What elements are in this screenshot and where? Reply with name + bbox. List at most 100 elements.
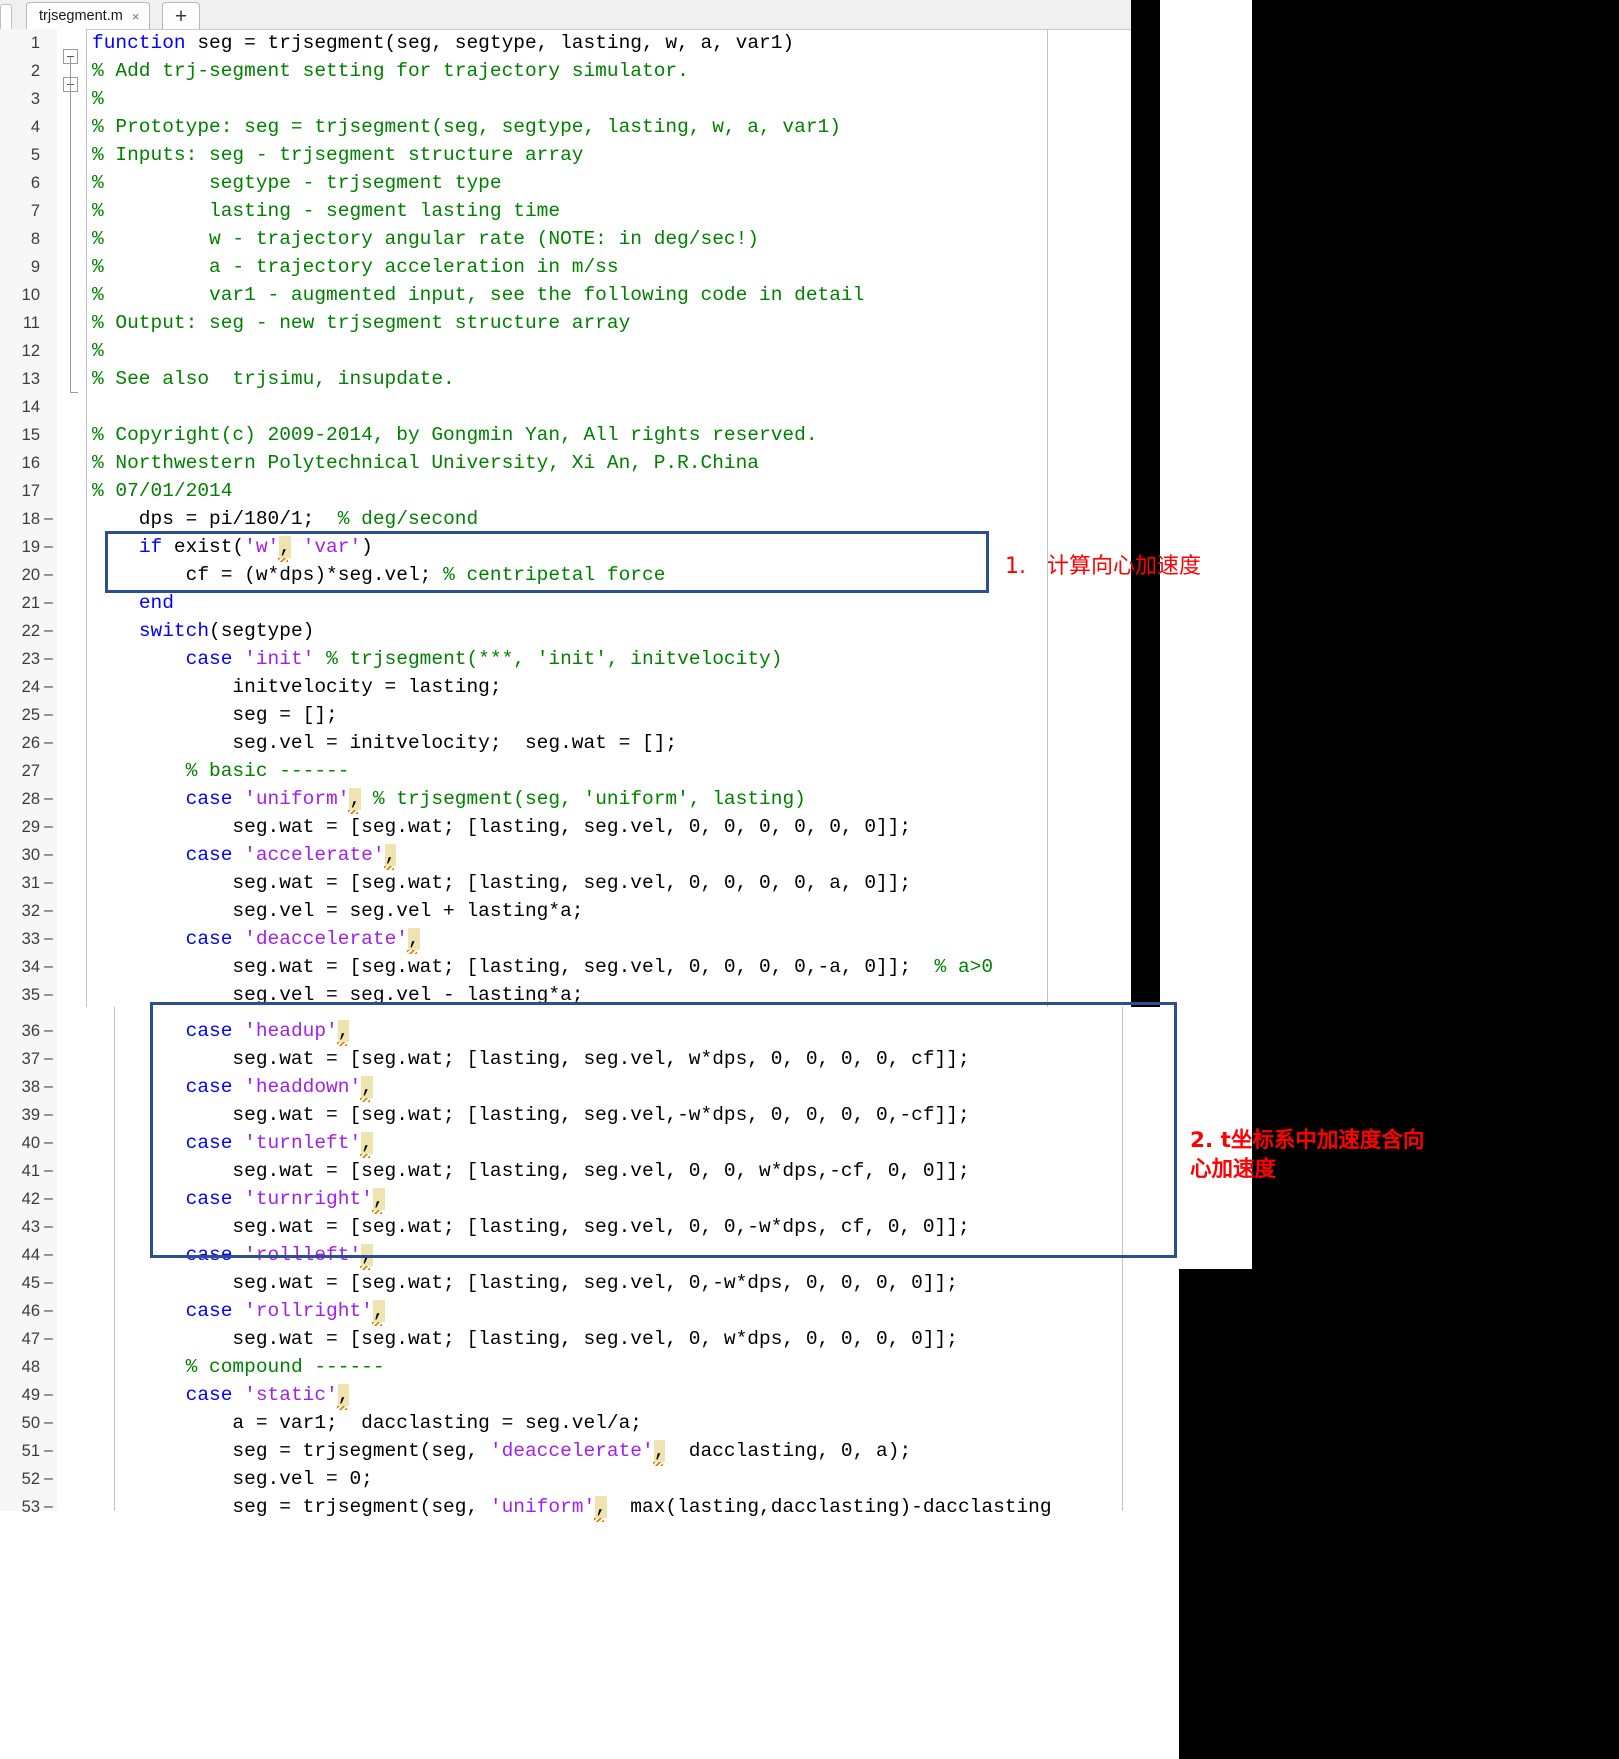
code-line[interactable]: 2 % Add trj-segment setting for trajector… [0, 57, 1131, 99]
line-number: 10 [21, 285, 40, 304]
code-text: seg.wat = [seg.wat; [lasting, seg.vel, 0… [92, 956, 994, 978]
code-text: seg.wat = [seg.wat; [lasting, seg.vel, 0… [92, 1272, 958, 1294]
code-line[interactable]: 12% [0, 337, 1131, 379]
code-line[interactable]: 15 % Copyright(c) 2009-2014, by Gongmin Y… [0, 421, 1131, 449]
line-number: 31 [21, 873, 40, 892]
executable-marker: – [44, 1078, 53, 1095]
executable-marker: – [44, 818, 53, 835]
code-text: seg.vel = initvelocity; seg.wat = []; [92, 732, 678, 754]
code-line[interactable]: 26– seg.vel = initvelocity; seg.wat = []… [0, 729, 1131, 757]
annotation-note-2: 2. t坐标系中加速度含向心加速度 [1190, 1128, 1425, 1182]
line-number: 1 [30, 33, 40, 52]
annotation-note-1-number: 1. [1005, 554, 1026, 579]
code-line[interactable]: 25– seg = []; [0, 701, 1131, 729]
new-tab-button[interactable]: + [162, 2, 200, 29]
executable-marker: – [44, 790, 53, 807]
code-line[interactable]: 47– seg.wat = [seg.wat; [lasting, seg.ve… [0, 1325, 1179, 1353]
line-number: 8 [30, 229, 40, 248]
code-line[interactable]: 5 % Inputs: seg - trjsegment structure ar… [0, 141, 1131, 183]
code-line[interactable]: 33– case 'deaccelerate', [0, 925, 1131, 953]
code-area-upper[interactable]: 1 function seg = trjsegment(seg, segtype,… [0, 29, 1131, 1007]
code-text: case 'uniform', % trjsegment(seg, 'unifo… [185, 788, 806, 810]
code-line[interactable]: 29– seg.wat = [seg.wat; [lasting, seg.ve… [0, 813, 1131, 841]
executable-marker: – [44, 958, 53, 975]
executable-marker: – [44, 566, 53, 583]
line-number: 42 [21, 1189, 40, 1208]
code-text: if exist('w', 'var') [138, 536, 373, 558]
code-line[interactable]: 22– switch(segtype) [0, 617, 1131, 645]
code-text: % Copyright(c) 2009-2014, by Gongmin Yan… [92, 424, 818, 446]
code-line[interactable]: 44– case 'rollleft', [0, 1241, 1179, 1269]
code-line[interactable]: 45– seg.wat = [seg.wat; [lasting, seg.ve… [0, 1269, 1179, 1297]
code-line[interactable]: 31– seg.wat = [seg.wat; [lasting, seg.ve… [0, 869, 1131, 897]
line-number: 37 [21, 1049, 40, 1068]
line-number: 21 [21, 593, 40, 612]
code-line[interactable]: 37– seg.wat = [seg.wat; [lasting, seg.ve… [0, 1045, 1179, 1073]
code-line[interactable]: 20– cf = (w*dps)*seg.vel; % centripetal … [0, 561, 1131, 589]
code-line[interactable]: 52– seg.vel = 0; [0, 1465, 1179, 1493]
code-line[interactable]: 27 % basic ------ [0, 757, 1131, 785]
code-line[interactable]: 19– if exist('w', 'var') [0, 533, 1131, 561]
code-text: % [92, 340, 104, 362]
code-text: case 'rollleft', [185, 1244, 373, 1266]
code-line[interactable]: 39– seg.wat = [seg.wat; [lasting, seg.ve… [0, 1101, 1179, 1129]
line-number: 13 [21, 369, 40, 388]
code-line[interactable]: 6 % segtype - trjsegment type [0, 169, 1131, 211]
code-line[interactable]: 46– case 'rollright', [0, 1297, 1179, 1325]
executable-marker: – [44, 1386, 53, 1403]
line-number: 49 [21, 1385, 40, 1404]
tab-sliver[interactable] [0, 4, 12, 29]
close-icon[interactable]: × [132, 10, 140, 23]
code-line[interactable]: 43– seg.wat = [seg.wat; [lasting, seg.ve… [0, 1213, 1179, 1241]
line-number: 11 [22, 313, 40, 332]
code-line[interactable]: 4 % Prototype: seg = trjsegment(seg, segt… [0, 113, 1131, 155]
code-text: % Output: seg - new trjsegment structure… [92, 312, 631, 334]
code-line[interactable]: 13 % See also trjsimu, insupdate. [0, 365, 1131, 393]
code-line[interactable]: 53– seg = trjsegment(seg, 'uniform', max… [0, 1493, 1179, 1521]
code-line[interactable]: 23– case 'init' % trjsegment(***, 'init'… [0, 645, 1131, 673]
line-number: 23 [21, 649, 40, 668]
code-line[interactable]: 3% [0, 85, 1131, 127]
code-line[interactable]: 21– end [0, 589, 1131, 617]
line-number: 39 [21, 1105, 40, 1124]
code-line[interactable]: 28– case 'uniform', % trjsegment(seg, 'u… [0, 785, 1131, 813]
code-line[interactable]: 34– seg.wat = [seg.wat; [lasting, seg.ve… [0, 953, 1131, 981]
line-number: 5 [30, 145, 40, 164]
line-number: 19 [21, 537, 40, 556]
code-line[interactable]: 8 % w - trajectory angular rate (NOTE: in… [0, 225, 1131, 267]
code-line[interactable]: 17 % 07/01/2014 [0, 477, 1131, 505]
code-line[interactable]: 18– dps = pi/180/1; % deg/second [0, 505, 1131, 533]
executable-marker: – [44, 678, 53, 695]
code-line[interactable]: 35– seg.vel = seg.vel - lasting*a; [0, 981, 1131, 1007]
code-line[interactable]: 30– case 'accelerate', [0, 841, 1131, 869]
code-line[interactable]: 50– a = var1; dacclasting = seg.vel/a; [0, 1409, 1179, 1437]
line-number: 32 [21, 901, 40, 920]
code-line[interactable]: 51– seg = trjsegment(seg, 'deaccelerate'… [0, 1437, 1179, 1465]
executable-marker: – [44, 1470, 53, 1487]
code-line[interactable]: 42– case 'turnright', [0, 1185, 1179, 1213]
code-line[interactable]: 7 % lasting - segment lasting time [0, 197, 1131, 239]
line-number: 50 [21, 1413, 40, 1432]
executable-marker: – [44, 650, 53, 667]
code-text: case 'accelerate', [185, 844, 397, 866]
code-line[interactable]: 14 [0, 393, 1131, 421]
code-area-lower[interactable]: 36– case 'headup', 37– seg.wat = [seg.wat… [0, 1007, 1179, 1518]
code-text: seg = trjsegment(seg, 'deaccelerate', da… [92, 1440, 912, 1462]
executable-marker: – [44, 986, 53, 1003]
code-line[interactable]: 48 % compound ------ [0, 1353, 1179, 1381]
line-number: 35 [21, 985, 40, 1004]
code-line[interactable]: 11 % Output: seg - new trjsegment structu… [0, 309, 1131, 351]
code-line[interactable]: 36– case 'headup', [0, 1017, 1179, 1045]
code-line[interactable]: 49– case 'static', [0, 1381, 1179, 1409]
code-line[interactable]: 40– case 'turnleft', [0, 1129, 1179, 1157]
code-line[interactable]: 32– seg.vel = seg.vel + lasting*a; [0, 897, 1131, 925]
code-line[interactable]: 38– case 'headdown', [0, 1073, 1179, 1101]
line-number: 40 [21, 1133, 40, 1152]
code-line[interactable]: 16 % Northwestern Polytechnical Universit… [0, 449, 1131, 477]
code-line[interactable]: 10 % var1 - augmented input, see the foll… [0, 281, 1131, 323]
code-line[interactable]: 41– seg.wat = [seg.wat; [lasting, seg.ve… [0, 1157, 1179, 1185]
code-line[interactable]: 9 % a - trajectory acceleration in m/ss [0, 253, 1131, 295]
code-line[interactable]: 1 function seg = trjsegment(seg, segtype,… [0, 29, 1131, 71]
tab-trjsegment-m[interactable]: trjsegment.m × [26, 2, 151, 29]
code-line[interactable]: 24– initvelocity = lasting; [0, 673, 1131, 701]
